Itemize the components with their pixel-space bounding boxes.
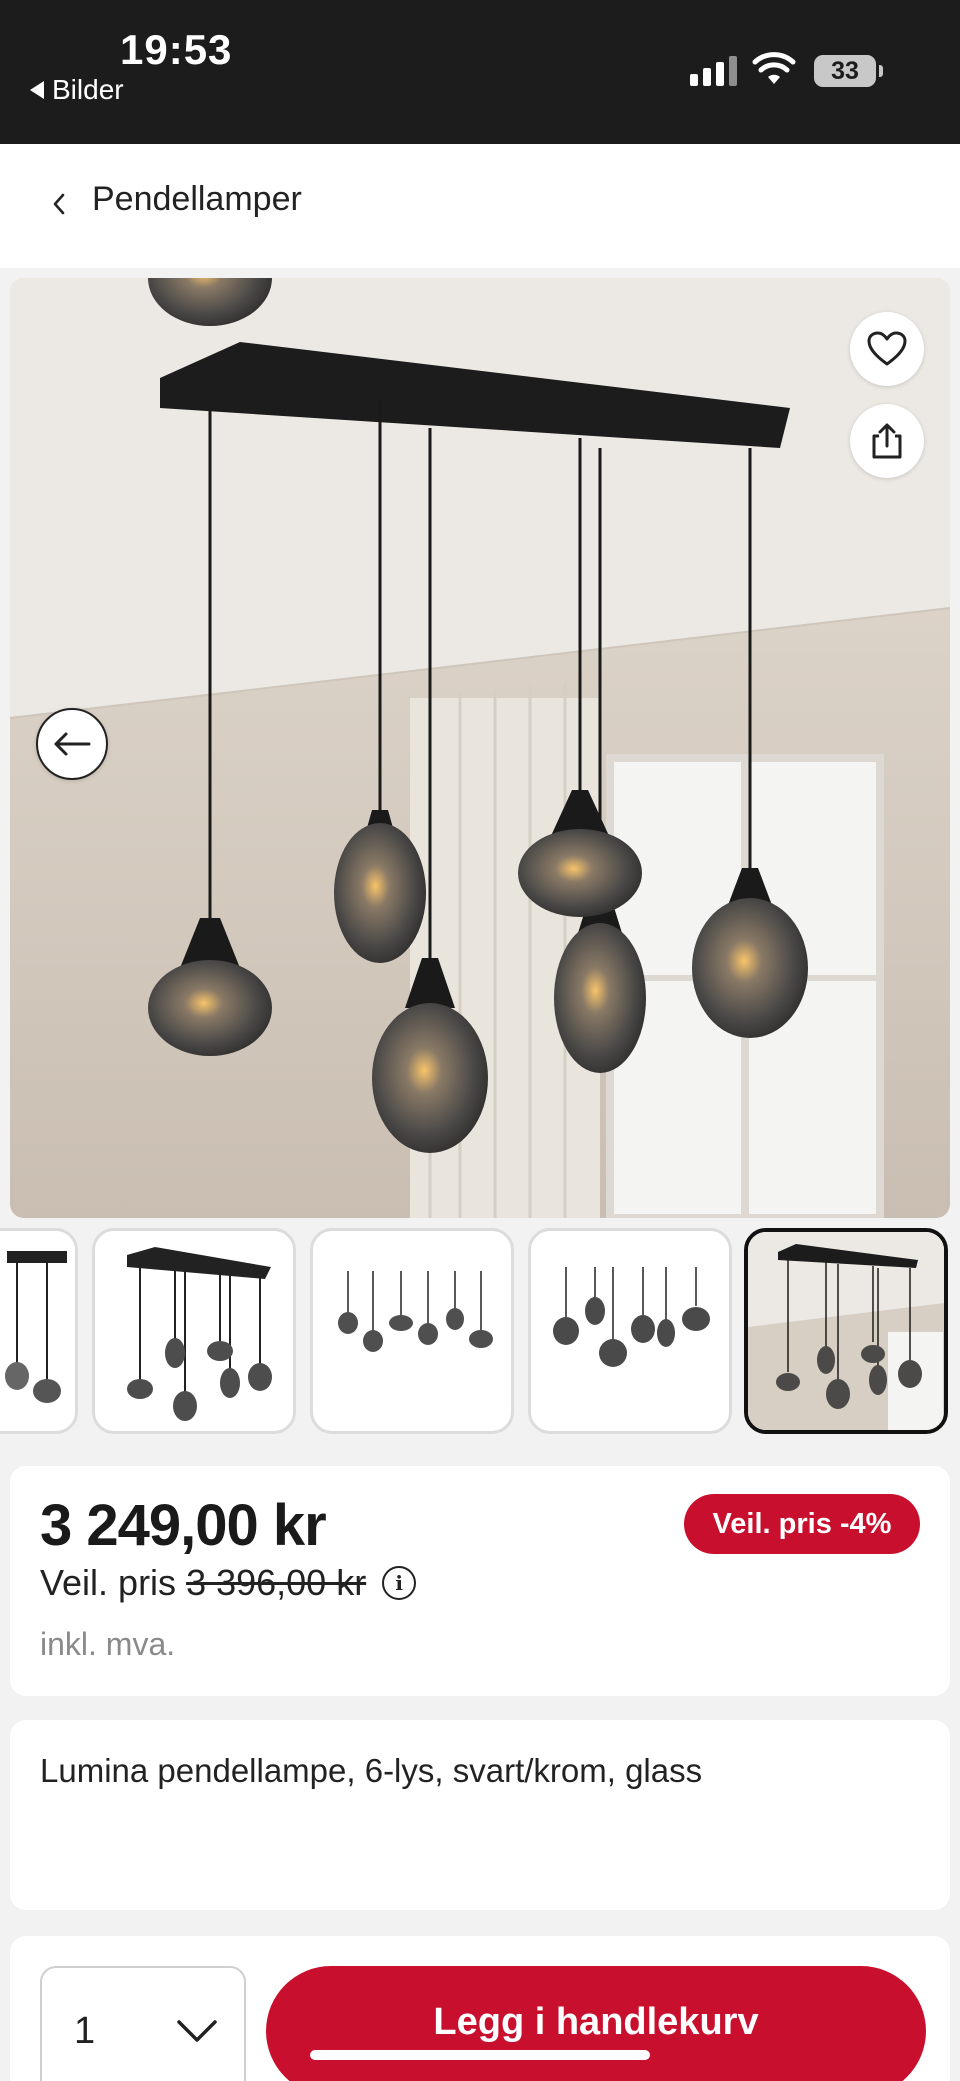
thumbnail-strip[interactable] [0,1228,960,1434]
battery-icon: 33 [814,55,883,87]
arrow-left-icon [54,732,91,756]
thumbnail-3[interactable] [310,1228,514,1434]
recommended-price-value: 3 396,00 kr [186,1562,367,1603]
home-indicator [310,2050,650,2060]
thumbnail-5[interactable] [744,1228,948,1434]
thumbnail-image [5,1251,67,1403]
status-time: 19:53 [120,26,233,73]
signal-icon [690,56,737,86]
current-price: 3 249,00 kr [40,1493,327,1558]
product-main-image[interactable] [10,278,950,1218]
product-name-card: Lumina pendellampe, 6-lys, svart/krom, g… [10,1720,950,1910]
info-icon[interactable]: i [382,1566,417,1600]
recommended-price-label: Veil. pris [40,1562,177,1603]
thumbnail-image [338,1271,493,1352]
quantity-select[interactable]: 1 [40,1966,246,2081]
price-card: 3 249,00 kr Veil. pris -4% Veil. pris 3 … [10,1466,950,1696]
back-triangle-icon [30,81,44,99]
recommended-price: Veil. pris 3 396,00 kr i [40,1562,417,1604]
thumbnail-image [748,1232,944,1430]
category-title[interactable]: Pendellamper [92,180,302,219]
chevron-down-icon [177,2020,217,2042]
vat-note: inkl. mva. [40,1626,176,1662]
quantity-value: 1 [74,2010,96,2052]
thumbnail-1[interactable] [0,1228,78,1434]
back-to-app-label: Bilder [52,74,124,105]
back-to-app-link[interactable]: Bilder [30,74,124,106]
thumbnail-4[interactable] [528,1228,732,1434]
chevron-left-icon[interactable] [44,184,74,224]
discount-badge: Veil. pris -4% [684,1494,920,1554]
share-icon [872,423,902,459]
heart-icon [867,331,907,366]
thumbnail-2[interactable] [92,1228,296,1434]
add-to-cart-button[interactable]: Legg i handlekurv [266,1966,926,2081]
share-button[interactable] [850,404,924,478]
previous-image-button[interactable] [36,708,108,780]
nav-bar: Pendellamper [0,144,960,268]
product-name: Lumina pendellampe, 6-lys, svart/krom, g… [40,1752,703,1789]
pendant-lamp-photo [10,278,950,1218]
thumbnail-image [127,1247,272,1421]
favorite-button[interactable] [850,312,924,386]
thumbnail-image [553,1267,710,1367]
status-bar: 19:53 Bilder 33 [0,0,960,144]
wifi-icon [752,52,796,84]
